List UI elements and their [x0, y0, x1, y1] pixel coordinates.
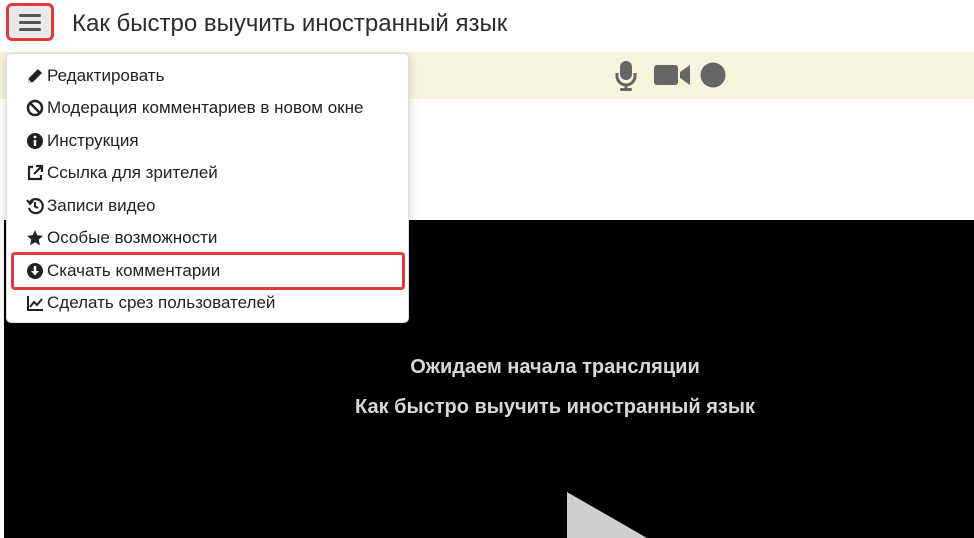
- star-icon: [25, 228, 45, 248]
- menu-item-label: Ссылка для зрителей: [47, 163, 218, 182]
- menu-item-accessibility[interactable]: Особые возможности: [25, 225, 217, 251]
- menu-item-edit[interactable]: Редактировать: [25, 63, 164, 89]
- menu-item-video-records[interactable]: Записи видео: [25, 193, 156, 219]
- microphone-icon[interactable]: [615, 60, 637, 92]
- line-chart-icon: [25, 293, 45, 313]
- waiting-message: Ожидаем начала трансляции: [410, 356, 700, 378]
- hamburger-menu-button[interactable]: [6, 3, 54, 41]
- page-title: Как быстро выучить иностранный язык: [72, 10, 508, 37]
- menu-item-moderation[interactable]: Модерация комментариев в новом окне: [25, 95, 363, 121]
- menu-item-label: Записи видео: [47, 196, 156, 215]
- highlight-frame: [11, 252, 405, 290]
- menu-item-label: Модерация комментариев в новом окне: [47, 98, 364, 117]
- record-circle-icon[interactable]: [700, 60, 728, 90]
- menu-item-viewer-link[interactable]: Ссылка для зрителей: [25, 160, 218, 186]
- info-circle-icon: [25, 131, 45, 151]
- video-camera-icon[interactable]: [654, 60, 692, 90]
- top-bar: Как быстро выучить иностранный язык: [0, 0, 974, 52]
- menu-item-user-snapshot[interactable]: Сделать срез пользователей: [25, 290, 275, 316]
- pencil-icon: [25, 66, 45, 86]
- dropdown-menu: Редактировать Модерация комментариев в н…: [6, 53, 409, 323]
- menu-item-label: Особые возможности: [47, 228, 218, 247]
- hamburger-icon-bar-3: [19, 28, 41, 31]
- hamburger-icon-bar-2: [19, 21, 41, 24]
- external-link-icon: [25, 163, 45, 183]
- ban-icon: [25, 98, 45, 118]
- menu-item-instructions[interactable]: Инструкция: [25, 128, 139, 154]
- history-icon: [25, 196, 45, 216]
- hamburger-icon: [19, 14, 41, 17]
- play-triangle[interactable]: [563, 490, 653, 538]
- stream-title: Как быстро выучить иностранный язык: [355, 396, 755, 418]
- menu-item-label: Редактировать: [47, 66, 165, 85]
- play-icon[interactable]: [563, 270, 653, 340]
- menu-item-label: Сделать срез пользователей: [47, 293, 276, 312]
- menu-item-label: Инструкция: [47, 131, 139, 150]
